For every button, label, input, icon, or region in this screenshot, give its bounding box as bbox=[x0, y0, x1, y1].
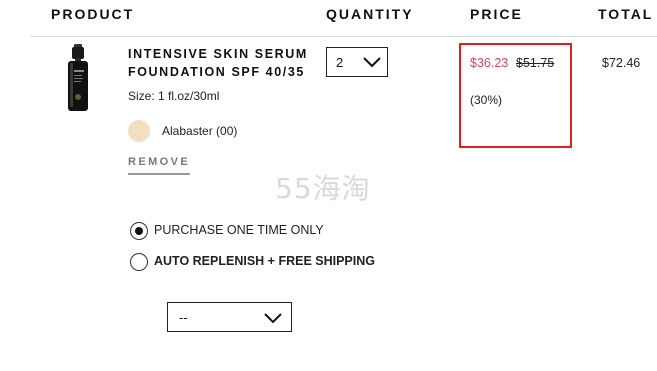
discount-percent: (30%) bbox=[470, 93, 503, 107]
header-divider bbox=[30, 36, 657, 37]
product-size: Size: 1 fl.oz/30ml bbox=[128, 89, 220, 103]
watermark: 55海淘 bbox=[275, 172, 371, 205]
product-name[interactable]: INTENSIVE SKIN SERUM FOUNDATION SPF 40/3… bbox=[128, 45, 328, 81]
product-column-header: PRODUCT bbox=[51, 6, 135, 22]
line-total: $72.46 bbox=[602, 56, 641, 70]
chevron-down-icon bbox=[264, 313, 282, 324]
shade-swatch bbox=[128, 120, 150, 142]
price-column-header: PRICE bbox=[470, 6, 523, 22]
total-column-header: TOTAL bbox=[598, 6, 654, 22]
quantity-value: 2 bbox=[336, 55, 344, 70]
remove-link[interactable]: REMOVE bbox=[128, 156, 191, 175]
chevron-down-icon bbox=[363, 57, 381, 68]
auto-replenish-radio[interactable] bbox=[130, 253, 148, 271]
quantity-column-header: QUANTITY bbox=[326, 6, 414, 22]
replenish-frequency-select[interactable]: -- bbox=[167, 302, 292, 332]
auto-replenish-label[interactable]: AUTO REPLENISH + FREE SHIPPING bbox=[154, 254, 375, 268]
product-image[interactable] bbox=[62, 44, 94, 112]
quantity-select[interactable]: 2 bbox=[326, 47, 388, 77]
one-time-radio[interactable] bbox=[130, 222, 148, 240]
shade-name: Alabaster (00) bbox=[162, 124, 238, 138]
frequency-value: -- bbox=[179, 310, 188, 325]
sale-price: $36.23 bbox=[470, 56, 509, 70]
one-time-label[interactable]: PURCHASE ONE TIME ONLY bbox=[154, 223, 324, 237]
original-price: $51.75 bbox=[516, 56, 555, 70]
